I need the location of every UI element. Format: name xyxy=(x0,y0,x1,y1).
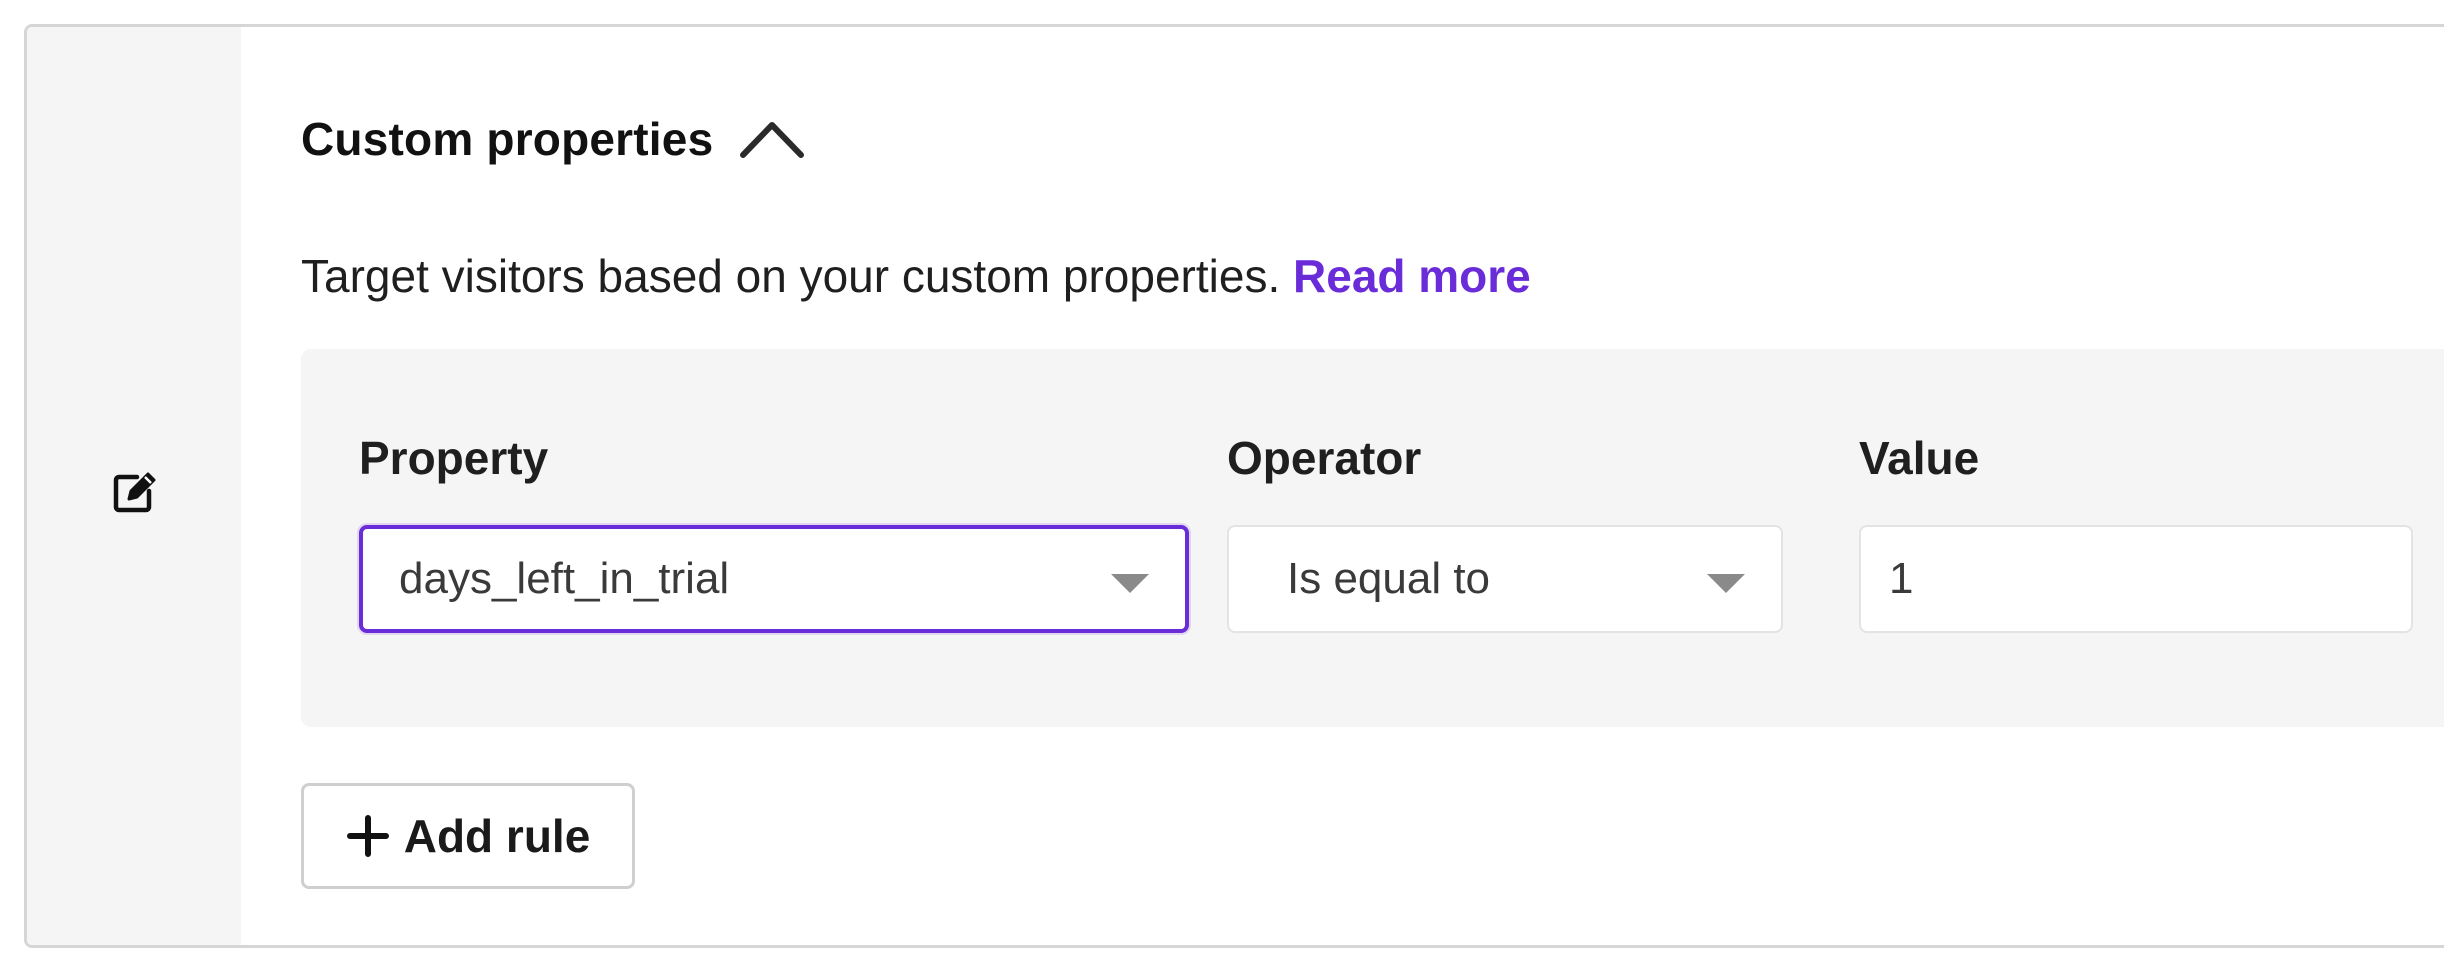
chevron-up-icon[interactable] xyxy=(739,119,805,159)
property-label: Property xyxy=(359,432,549,484)
rule-row: Property Operator Value days_left_in_tri… xyxy=(301,349,2444,727)
section-title: Custom properties xyxy=(301,113,714,165)
operator-select-value: Is equal to xyxy=(1287,554,1491,603)
section-toggle[interactable]: Custom properties xyxy=(301,99,805,179)
content-area: Custom properties Target visitors based … xyxy=(241,27,2444,945)
property-select-value: days_left_in_trial xyxy=(399,554,730,603)
operator-select[interactable]: Is equal to xyxy=(1227,525,1783,633)
value-label: Value xyxy=(1859,432,1980,484)
value-input[interactable] xyxy=(1859,525,2413,633)
chevron-down-icon xyxy=(1111,573,1149,593)
edit-icon xyxy=(113,472,156,513)
read-more-link[interactable]: Read more xyxy=(1293,250,1531,302)
plus-icon xyxy=(346,815,389,857)
operator-label: Operator xyxy=(1227,432,1422,484)
custom-properties-card: Custom properties Target visitors based … xyxy=(24,24,2444,948)
section-description: Target visitors based on your custom pro… xyxy=(301,249,1531,303)
left-rail xyxy=(27,27,241,945)
add-rule-label: Add rule xyxy=(403,810,591,862)
property-select[interactable]: days_left_in_trial xyxy=(359,525,1189,633)
add-rule-button[interactable]: Add rule xyxy=(301,783,635,889)
description-text: Target visitors based on your custom pro… xyxy=(301,250,1281,302)
chevron-down-icon xyxy=(1707,573,1745,593)
